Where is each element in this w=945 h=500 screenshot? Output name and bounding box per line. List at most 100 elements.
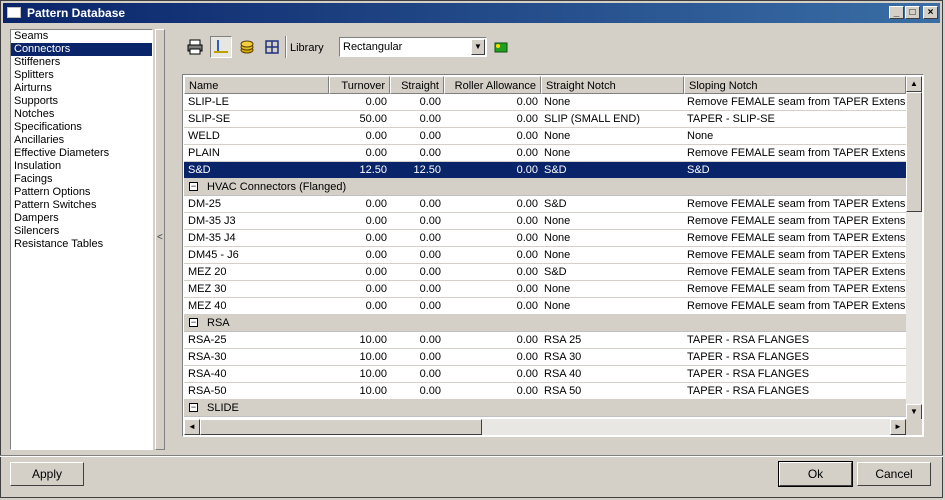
ok-button[interactable]: Ok — [778, 461, 853, 487]
column-header-name[interactable]: Name — [184, 76, 329, 94]
table-row[interactable]: MEZ 30 0.00 0.00 0.00 None Remove FEMALE seam… — [184, 281, 906, 298]
group-row[interactable]: − RSA — [184, 315, 906, 332]
sidebar-item[interactable]: Facings — [11, 173, 152, 186]
cell-sloping-notch: Remove FEMALE seam from TAPER Extension — [687, 283, 906, 295]
sidebar-item[interactable]: Ancillaries — [11, 134, 152, 147]
group-row[interactable]: − SLIDE — [184, 400, 906, 417]
table-row[interactable]: RSA-25 10.00 0.00 0.00 RSA 25 TAPER - RSA FLA… — [184, 332, 906, 349]
vertical-scrollbar[interactable]: ▲ ▼ — [906, 76, 922, 420]
cell-turnover: 50.00 — [359, 113, 387, 125]
cell-roller: 0.00 — [516, 198, 538, 210]
category-list[interactable]: Seams Connectors Stiffeners Splitters Airtur… — [10, 29, 153, 450]
maximize-button[interactable]: □ — [905, 6, 920, 19]
sidebar-item[interactable]: Connectors — [11, 43, 152, 56]
grid-button[interactable] — [261, 36, 283, 58]
sidebar-item[interactable]: Specifications — [11, 121, 152, 134]
cell-name: DM45 - J6 — [188, 249, 239, 261]
sidebar-item[interactable]: Silencers — [11, 225, 152, 238]
sidebar-item[interactable]: Seams — [11, 30, 152, 43]
new-library-button[interactable] — [490, 36, 512, 58]
scroll-up-button[interactable]: ▲ — [906, 76, 922, 92]
collapse-splitter[interactable]: < — [155, 29, 165, 450]
flag-icon — [494, 42, 508, 53]
table-row[interactable]: MEZ 40 0.00 0.00 0.00 None Remove FEMALE seam… — [184, 298, 906, 315]
collapse-group-icon[interactable]: − — [189, 318, 198, 327]
close-button[interactable]: × — [923, 6, 938, 19]
cancel-button[interactable]: Cancel — [857, 462, 931, 486]
sidebar-item[interactable]: Supports — [11, 95, 152, 108]
horizontal-scroll-thumb[interactable] — [200, 419, 482, 435]
column-header-straight-notch[interactable]: Straight Notch — [541, 76, 684, 94]
cell-straight: 0.00 — [419, 232, 441, 244]
group-label: RSA — [207, 317, 230, 329]
table-row[interactable]: RSA-40 10.00 0.00 0.00 RSA 40 TAPER - RSA FLA… — [184, 366, 906, 383]
column-header-turnover[interactable]: Turnover — [329, 76, 390, 94]
cell-turnover: 10.00 — [359, 334, 387, 346]
sidebar-item[interactable]: Notches — [11, 108, 152, 121]
library-select[interactable]: Rectangular ▼ — [339, 37, 487, 57]
column-header-sloping-notch[interactable]: Sloping Notch — [684, 76, 906, 94]
cell-name: MEZ 20 — [188, 266, 227, 278]
table-row[interactable]: DM-25 0.00 0.00 0.00 S&D Remove FEMALE seam f… — [184, 196, 906, 213]
group-label: SLIDE — [207, 402, 239, 414]
table-row[interactable]: SLIP-LE 0.00 0.00 0.00 None Remove FEMALE sea… — [184, 94, 906, 111]
table-row[interactable]: DM-35 J3 0.00 0.00 0.00 None Remove FEMALE se… — [184, 213, 906, 230]
cell-name: DM-35 J3 — [188, 215, 236, 227]
table-row[interactable]: DM45 - J6 0.00 0.00 0.00 None Remove FEMALE s… — [184, 247, 906, 264]
library-select-value: Rectangular — [343, 41, 403, 53]
cell-name: MEZ 30 — [188, 283, 227, 295]
cell-roller: 0.00 — [516, 300, 538, 312]
cell-sloping-notch: Remove FEMALE seam from TAPER Extension — [687, 147, 906, 159]
cell-straight: 0.00 — [419, 130, 441, 142]
cell-straight: 0.00 — [419, 147, 441, 159]
column-header-roller-allowance[interactable]: Roller Allowance — [444, 76, 541, 94]
cell-straight: 0.00 — [419, 113, 441, 125]
sidebar-item[interactable]: Effective Diameters — [11, 147, 152, 160]
table-row[interactable]: DM-35 J4 0.00 0.00 0.00 None Remove FEMALE se… — [184, 230, 906, 247]
stack-icon — [240, 40, 254, 54]
print-button[interactable] — [184, 36, 206, 58]
cell-sloping-notch: Remove FEMALE seam from TAPER Extension — [687, 96, 906, 108]
cell-straight-notch: RSA 25 — [544, 334, 582, 346]
sidebar-item[interactable]: Insulation — [11, 160, 152, 173]
scroll-corner — [906, 419, 922, 435]
table-row[interactable]: SLIP-SE 50.00 0.00 0.00 SLIP (SMALL END) TAPE… — [184, 111, 906, 128]
table-row[interactable]: RSA-50 10.00 0.00 0.00 RSA 50 TAPER - RSA FLA… — [184, 383, 906, 400]
sidebar-item[interactable]: Pattern Switches — [11, 199, 152, 212]
sidebar-item[interactable]: Splitters — [11, 69, 152, 82]
apply-button[interactable]: Apply — [10, 462, 84, 486]
cell-turnover: 0.00 — [365, 249, 387, 261]
table-row[interactable]: MEZ 20 0.00 0.00 0.00 S&D Remove FEMALE seam … — [184, 264, 906, 281]
minimize-button[interactable]: _ — [889, 6, 904, 19]
sidebar-item[interactable]: Stiffeners — [11, 56, 152, 69]
horizontal-scrollbar[interactable]: ◄ ► — [184, 419, 906, 435]
sidebar-item[interactable]: Resistance Tables — [11, 238, 152, 251]
pin-toggle-button[interactable] — [210, 36, 232, 58]
cell-roller: 0.00 — [516, 232, 538, 244]
cell-turnover: 0.00 — [365, 198, 387, 210]
table-row[interactable]: WELD 0.00 0.00 0.00 None None — [184, 128, 906, 145]
scroll-right-button[interactable]: ► — [890, 419, 906, 435]
cell-straight: 0.00 — [419, 266, 441, 278]
column-header-straight[interactable]: Straight — [390, 76, 444, 94]
cell-name: SLIP-SE — [188, 113, 231, 125]
cell-straight-notch: S&D — [544, 266, 567, 278]
scroll-left-button[interactable]: ◄ — [184, 419, 200, 435]
table-row[interactable]: PLAIN 0.00 0.00 0.00 None Remove FEMALE seam … — [184, 145, 906, 162]
cell-sloping-notch: TAPER - RSA FLANGES — [687, 334, 810, 346]
sidebar-item[interactable]: Airturns — [11, 82, 152, 95]
scroll-down-button[interactable]: ▼ — [906, 404, 922, 420]
table-row[interactable]: S&D 12.50 12.50 0.00 S&D S&D — [184, 162, 906, 179]
sidebar-item[interactable]: Pattern Options — [11, 186, 152, 199]
collapse-group-icon[interactable]: − — [189, 182, 198, 191]
pattern-table[interactable]: Name Turnover Straight Roller Allowance … — [182, 74, 924, 437]
stack-button[interactable] — [236, 36, 258, 58]
table-row[interactable]: RSA-30 10.00 0.00 0.00 RSA 30 TAPER - RSA FLA… — [184, 349, 906, 366]
cell-straight: 0.00 — [419, 385, 441, 397]
collapse-group-icon[interactable]: − — [189, 403, 198, 412]
cell-straight-notch: None — [544, 215, 571, 227]
sidebar-item[interactable]: Dampers — [11, 212, 152, 225]
chevron-down-icon[interactable]: ▼ — [471, 39, 485, 55]
group-row[interactable]: − HVAC Connectors (Flanged) — [184, 179, 906, 196]
vertical-scroll-thumb[interactable] — [906, 92, 922, 212]
